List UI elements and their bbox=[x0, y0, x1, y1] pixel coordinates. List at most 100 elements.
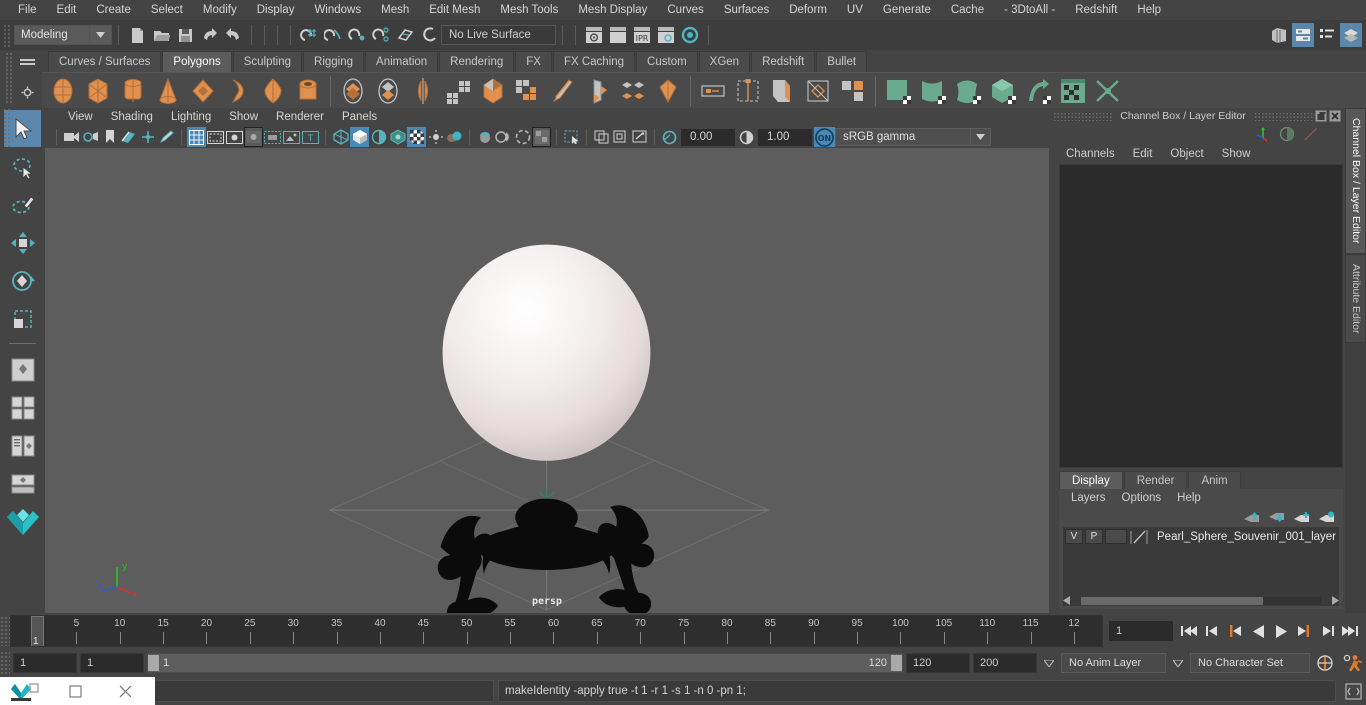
shelf-options-gear-icon[interactable] bbox=[21, 86, 34, 99]
layer-row[interactable]: V P Pearl_Sphere_Souvenir_001_layer bbox=[1063, 527, 1339, 546]
attribute-editor-toggle-icon[interactable] bbox=[1316, 23, 1338, 47]
menu-item-create[interactable]: Create bbox=[86, 2, 141, 18]
new-layer-from-selected-icon[interactable] bbox=[1318, 511, 1335, 524]
gamma-field[interactable]: 1.00 bbox=[758, 128, 812, 146]
channel-menu-object[interactable]: Object bbox=[1161, 147, 1212, 161]
poly-multicut-icon[interactable] bbox=[546, 74, 580, 108]
snap-to-curve-icon[interactable] bbox=[321, 23, 345, 47]
snap-to-projected-center-icon[interactable] bbox=[369, 23, 393, 47]
close-window-icon[interactable] bbox=[100, 677, 150, 705]
render-current-frame-icon[interactable] bbox=[582, 23, 606, 47]
film-origin-icon[interactable] bbox=[263, 127, 282, 147]
undock-icon[interactable] bbox=[1315, 110, 1327, 122]
poly-boolean-icon[interactable] bbox=[476, 74, 510, 108]
live-surface-field[interactable]: No Live Surface bbox=[441, 25, 556, 45]
lasso-select-tool-icon[interactable] bbox=[4, 148, 41, 185]
step-back-frame-icon[interactable] bbox=[1202, 620, 1222, 642]
rotate-tool-icon[interactable] bbox=[4, 262, 41, 299]
character-set-selector[interactable]: No Character Set bbox=[1190, 653, 1310, 673]
scale-tool-icon[interactable] bbox=[4, 300, 41, 337]
exposure-field[interactable]: 0.00 bbox=[681, 128, 735, 146]
single-perspective-layout-icon[interactable] bbox=[4, 351, 41, 388]
render-sequence-icon[interactable] bbox=[606, 23, 630, 47]
slash-icon[interactable] bbox=[1303, 126, 1319, 142]
color-space-chevron-down-icon[interactable] bbox=[971, 128, 991, 146]
range-bar[interactable]: 1 120 bbox=[147, 653, 903, 673]
paint-select-tool-icon[interactable] bbox=[4, 186, 41, 223]
move-layer-up-icon[interactable] bbox=[1243, 511, 1260, 524]
viewport-menu-shading[interactable]: Shading bbox=[102, 110, 162, 124]
script-editor-icon[interactable] bbox=[1340, 682, 1366, 700]
poly-sphere-icon[interactable] bbox=[46, 74, 80, 108]
hypershade-icon[interactable] bbox=[678, 23, 702, 47]
snap-to-grid-icon[interactable] bbox=[297, 23, 321, 47]
menu-item-generate[interactable]: Generate bbox=[873, 2, 941, 18]
shaded-wireframe-icon[interactable] bbox=[369, 127, 388, 147]
step-forward-frame-icon[interactable] bbox=[1317, 620, 1337, 642]
layer-list-horizontal-scrollbar[interactable] bbox=[1063, 595, 1339, 606]
snap-to-view-plane-icon[interactable] bbox=[393, 23, 417, 47]
lighting-icon[interactable] bbox=[426, 127, 445, 147]
snap-to-point-icon[interactable] bbox=[345, 23, 369, 47]
current-time-indicator[interactable]: 1 bbox=[31, 616, 44, 646]
hardware-texturing-icon[interactable] bbox=[388, 127, 407, 147]
viewport-snapshot-icon[interactable] bbox=[630, 127, 649, 147]
menu-item-redshift[interactable]: Redshift bbox=[1065, 2, 1127, 18]
poly-torus-icon[interactable] bbox=[186, 74, 220, 108]
open-scene-icon[interactable] bbox=[149, 23, 173, 47]
poly-plane-icon[interactable] bbox=[221, 74, 255, 108]
poly-smooth-icon[interactable] bbox=[441, 74, 475, 108]
uv-planar-icon[interactable] bbox=[881, 74, 915, 108]
layer-menu-options[interactable]: Options bbox=[1114, 491, 1170, 505]
show-hide-editor-icon[interactable] bbox=[1268, 23, 1290, 47]
viewport-menu-lighting[interactable]: Lighting bbox=[162, 110, 220, 124]
menu-item-curves[interactable]: Curves bbox=[657, 2, 713, 18]
ipr-render-icon[interactable]: IPR bbox=[630, 23, 654, 47]
menu-set-selector[interactable]: Modeling bbox=[14, 25, 90, 45]
time-slider-track[interactable]: 1 5 10 15 20 25 30 35 40 45 50 55 60 65 70 75 80 85 90 95 1… bbox=[10, 615, 1103, 647]
poly-cone-icon[interactable] bbox=[151, 74, 185, 108]
poly-combine-icon[interactable] bbox=[336, 74, 370, 108]
color-space-selector[interactable]: sRGB gamma bbox=[835, 128, 971, 146]
shelf-tab-fx-caching[interactable]: FX Caching bbox=[552, 51, 636, 72]
perspective-viewport[interactable]: persp y x z bbox=[45, 148, 1049, 613]
menu-item-mesh-display[interactable]: Mesh Display bbox=[568, 2, 657, 18]
layer-name[interactable]: Pearl_Sphere_Souvenir_001_layer bbox=[1157, 531, 1336, 543]
menu-item-edit[interactable]: Edit bbox=[47, 2, 87, 18]
screen-space-ao-icon[interactable] bbox=[475, 127, 494, 147]
uv-automatic-icon[interactable] bbox=[986, 74, 1020, 108]
four-view-layout-icon[interactable] bbox=[4, 389, 41, 426]
smooth-shade-all-icon[interactable] bbox=[350, 127, 369, 147]
exposure-icon[interactable] bbox=[660, 127, 679, 147]
play-forwards-icon[interactable] bbox=[1271, 620, 1291, 642]
menu-item-modify[interactable]: Modify bbox=[193, 2, 247, 18]
viewport-menu-panels[interactable]: Panels bbox=[333, 110, 386, 124]
camera-attributes-icon[interactable] bbox=[81, 127, 100, 147]
clock-icon[interactable] bbox=[1279, 126, 1295, 142]
poly-cube-icon[interactable] bbox=[81, 74, 115, 108]
new-scene-icon[interactable] bbox=[125, 23, 149, 47]
shelf-tab-sculpting[interactable]: Sculpting bbox=[232, 51, 303, 72]
layer-visibility-toggle[interactable]: V bbox=[1065, 529, 1083, 544]
playback-end-time-field[interactable]: 120 bbox=[906, 653, 970, 673]
channel-box-content[interactable] bbox=[1059, 164, 1343, 468]
poly-separate-icon[interactable] bbox=[371, 74, 405, 108]
motion-blur-icon[interactable] bbox=[494, 127, 513, 147]
move-layer-down-icon[interactable] bbox=[1268, 511, 1285, 524]
shadows-icon[interactable] bbox=[445, 127, 464, 147]
uv-editor-icon[interactable] bbox=[1056, 74, 1090, 108]
poly-offset-edgeloop-icon[interactable] bbox=[766, 74, 800, 108]
menu-item-edit-mesh[interactable]: Edit Mesh bbox=[419, 2, 490, 18]
render-settings-icon[interactable] bbox=[654, 23, 678, 47]
sidebar-item-attribute-editor[interactable]: Attribute Editor bbox=[1345, 253, 1366, 343]
grease-pencil-icon[interactable] bbox=[157, 127, 176, 147]
poly-quad-draw-icon[interactable] bbox=[836, 74, 870, 108]
shelf-tab-curves-surfaces[interactable]: Curves / Surfaces bbox=[48, 51, 162, 72]
resolution-gate-icon[interactable] bbox=[225, 127, 244, 147]
character-set-chevron-down-icon[interactable] bbox=[1169, 653, 1187, 673]
shelf-tab-fx[interactable]: FX bbox=[515, 51, 552, 72]
poly-target-weld-icon[interactable] bbox=[801, 74, 835, 108]
shelf-tab-rendering[interactable]: Rendering bbox=[439, 51, 515, 72]
menu-item-uv[interactable]: UV bbox=[837, 2, 873, 18]
tool-settings-toggle-icon[interactable] bbox=[1340, 23, 1362, 47]
